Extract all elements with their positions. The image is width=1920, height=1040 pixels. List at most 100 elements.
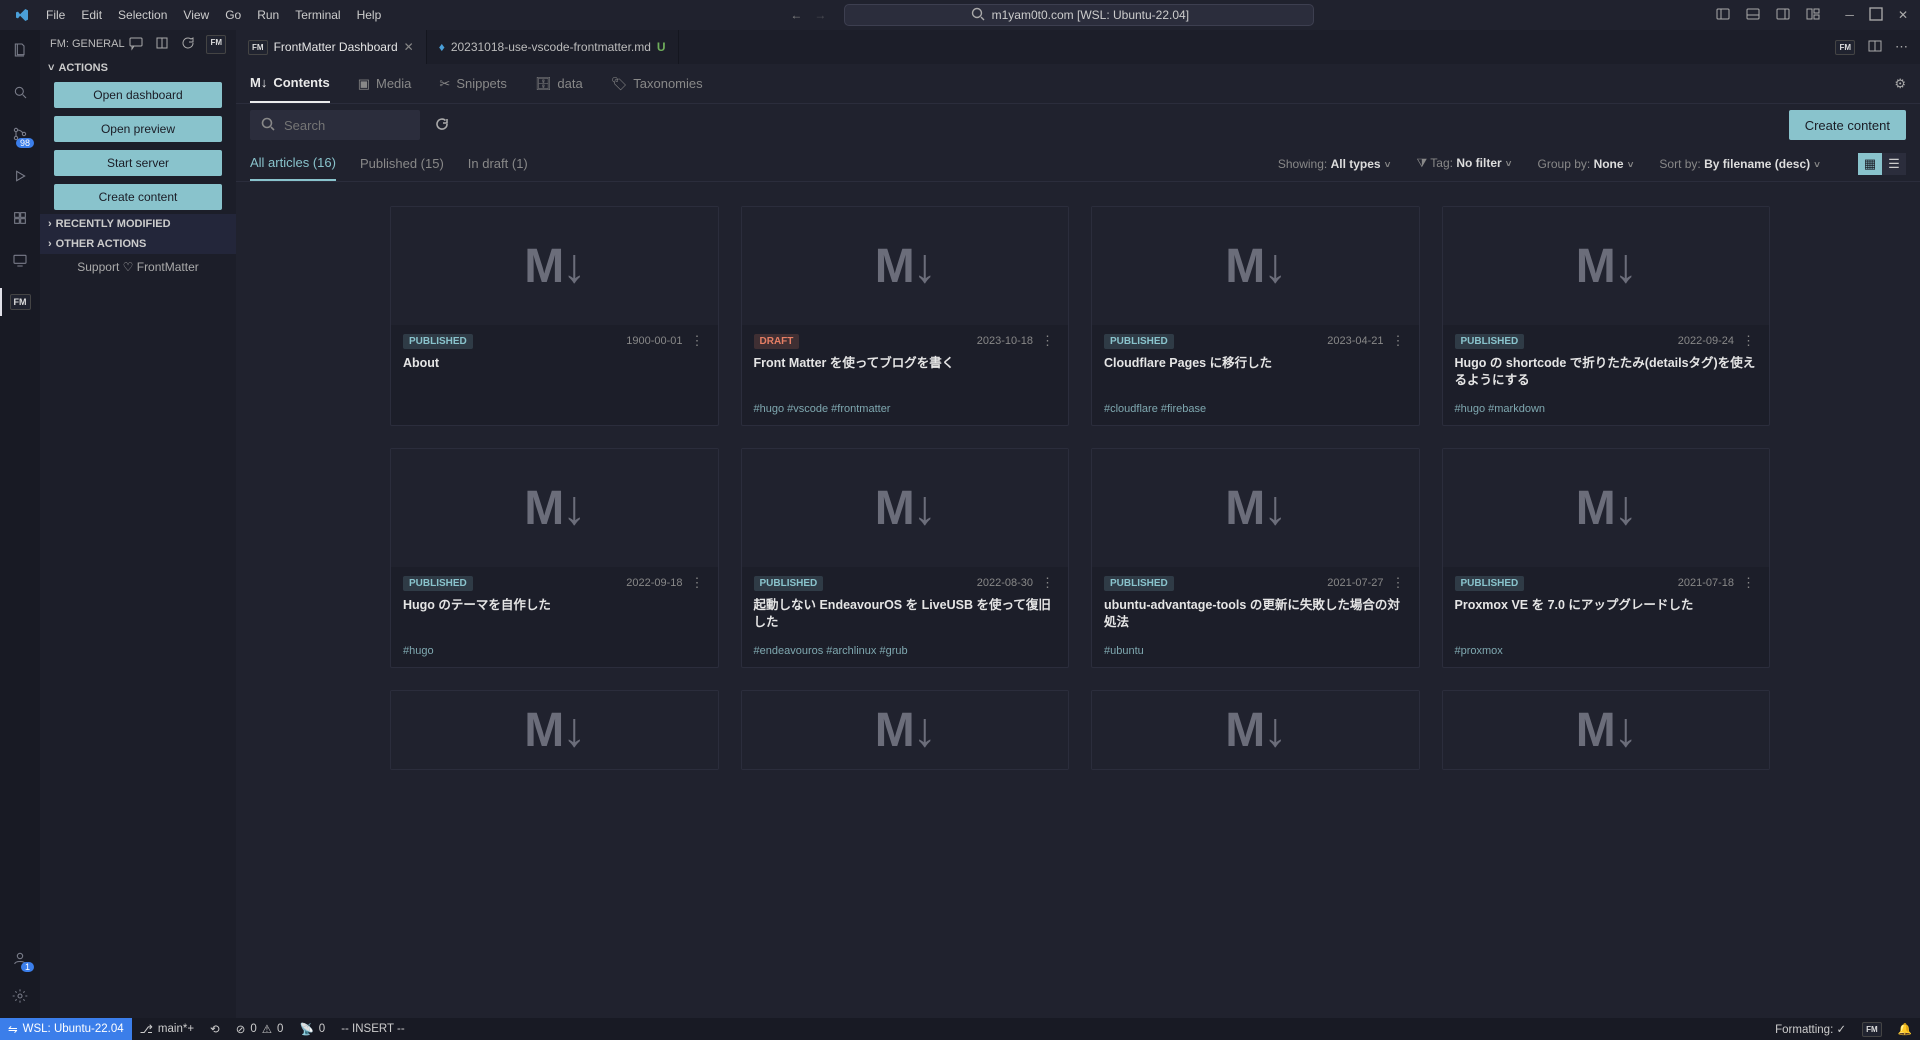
markdown-icon: M↓ [391,449,718,567]
remote-indicator[interactable]: ⇋WSL: Ubuntu-22.04 [0,1018,132,1040]
sync-indicator[interactable]: ⟲ [202,1018,228,1040]
content-card[interactable]: M↓ [1442,690,1771,770]
status-badge: PUBLISHED [1455,334,1525,349]
menu-go[interactable]: Go [217,4,249,26]
nav-back-icon[interactable]: ← [790,8,802,22]
content-card[interactable]: M↓PUBLISHED1900-00-01⋮About [390,206,719,426]
notifications-icon[interactable]: 🔔 [1890,1018,1920,1040]
scm-badge: 98 [16,138,34,148]
branch-icon: ⎇ [140,1022,153,1036]
dash-tab-contents[interactable]: M↓Contents [250,64,330,103]
showing-filter[interactable]: Showing: All types [1278,157,1391,171]
menu-selection[interactable]: Selection [110,4,175,26]
content-card[interactable]: M↓ [1091,690,1420,770]
content-card[interactable]: M↓PUBLISHED2021-07-27⋮ubuntu-advantage-t… [1091,448,1420,668]
menu-run[interactable]: Run [249,4,287,26]
open-dashboard-button[interactable]: Open dashboard [54,82,222,108]
card-more-icon[interactable]: ⋮ [1740,333,1757,349]
group-filter[interactable]: Group by: None [1538,157,1634,171]
tab-frontmatter-dashboard[interactable]: FM FrontMatter Dashboard ✕ [236,30,427,64]
section-other[interactable]: ›OTHER ACTIONS [40,234,236,254]
remote-explorer-icon[interactable] [8,248,32,272]
refresh-icon[interactable] [434,116,450,135]
content-card[interactable]: M↓PUBLISHED2022-08-30⋮起動しない EndeavourOS … [741,448,1070,668]
status-badge: PUBLISHED [403,334,473,349]
card-more-icon[interactable]: ⋮ [1390,333,1407,349]
filter-published[interactable]: Published (15) [360,146,444,181]
card-more-icon[interactable]: ⋮ [689,575,706,591]
window-minimize-icon[interactable]: ─ [1845,8,1854,22]
section-recent[interactable]: ›RECENTLY MODIFIED [40,214,236,234]
content-card[interactable]: M↓DRAFT2023-10-18⋮Front Matter を使ってブログを書… [741,206,1070,426]
open-preview-button[interactable]: Open preview [54,116,222,142]
menu-view[interactable]: View [175,4,217,26]
chat-icon[interactable] [128,35,144,54]
layout-panel-icon[interactable] [1745,6,1761,25]
dashboard-settings-icon[interactable]: ⚙ [1894,76,1906,92]
list-view-button[interactable]: ☰ [1882,153,1906,175]
layout-sidebar-right-icon[interactable] [1775,6,1791,25]
dash-tab-taxonomies[interactable]: 🏷Taxonomies [611,64,703,103]
filter-all[interactable]: All articles (16) [250,146,336,181]
window-maximize-icon[interactable] [1868,6,1884,25]
content-card[interactable]: M↓PUBLISHED2021-07-18⋮Proxmox VE を 7.0 に… [1442,448,1771,668]
start-server-button[interactable]: Start server [54,150,222,176]
tab-markdown-file[interactable]: ♦ 20231018-use-vscode-frontmatter.md U [427,30,679,64]
frontmatter-icon[interactable]: FM [8,290,32,314]
menu-file[interactable]: File [38,4,73,26]
command-center[interactable]: m1yam0t0.com [WSL: Ubuntu-22.04] [844,4,1314,26]
branch-indicator[interactable]: ⎇main*+ [132,1018,202,1040]
filter-bar: All articles (16) Published (15) In draf… [236,146,1920,182]
window-close-icon[interactable]: ✕ [1898,8,1908,22]
search-input[interactable] [284,118,410,133]
fm-icon[interactable]: FM [1835,40,1855,55]
card-more-icon[interactable]: ⋮ [1039,333,1056,349]
grid-view-button[interactable]: ▦ [1858,153,1882,175]
layout-sidebar-left-icon[interactable] [1715,6,1731,25]
menu-edit[interactable]: Edit [73,4,110,26]
account-icon[interactable]: 1 [8,946,32,970]
card-more-icon[interactable]: ⋮ [1390,575,1407,591]
sort-filter[interactable]: Sort by: By filename (desc) [1659,157,1820,171]
extensions-icon[interactable] [8,206,32,230]
create-content-button[interactable]: Create content [1789,110,1906,140]
tag-filter[interactable]: ⧩ Tag: No filter [1416,156,1511,171]
split-editor-icon[interactable] [1867,38,1883,57]
content-card[interactable]: M↓ [741,690,1070,770]
menu-help[interactable]: Help [349,4,390,26]
card-more-icon[interactable]: ⋮ [1039,575,1056,591]
card-more-icon[interactable]: ⋮ [1740,575,1757,591]
debug-icon[interactable] [8,164,32,188]
content-card[interactable]: M↓PUBLISHED2022-09-18⋮Hugo のテーマを自作した#hug… [390,448,719,668]
refresh-icon[interactable] [180,35,196,54]
card-tags: #hugo #markdown [1455,403,1758,415]
filter-draft[interactable]: In draft (1) [468,146,528,181]
layout-customize-icon[interactable] [1805,6,1821,25]
close-icon[interactable]: ✕ [404,40,414,54]
dash-tab-snippets[interactable]: ✂Snippets [439,64,507,103]
problems-indicator[interactable]: ⊘0 ⚠0 [228,1018,292,1040]
content-card[interactable]: M↓PUBLISHED2022-09-24⋮Hugo の shortcode で… [1442,206,1771,426]
book-icon[interactable] [154,35,170,54]
content-card[interactable]: M↓PUBLISHED2023-04-21⋮Cloudflare Pages に… [1091,206,1420,426]
markdown-icon: M↓ [1092,449,1419,567]
support-link[interactable]: FrontMatter [137,260,199,274]
heart-icon: ♡ [123,260,134,274]
fm-status-icon[interactable]: FM [1854,1018,1890,1040]
explorer-icon[interactable] [8,38,32,62]
more-icon[interactable]: ⋯ [1895,39,1908,55]
dash-tab-media[interactable]: ▣Media [358,64,412,103]
menu-terminal[interactable]: Terminal [287,4,348,26]
formatting-indicator[interactable]: Formatting: ✓ [1767,1018,1854,1040]
ports-indicator[interactable]: 📡0 [291,1018,333,1040]
nav-forward-icon[interactable]: → [814,8,826,22]
scm-icon[interactable]: 98 [8,122,32,146]
fm-icon[interactable]: FM [206,35,226,54]
section-actions[interactable]: ˅ACTIONS [40,58,236,78]
settings-gear-icon[interactable] [8,984,32,1008]
dash-tab-data[interactable]: 🗄data [535,64,583,103]
create-content-button[interactable]: Create content [54,184,222,210]
search-icon[interactable] [8,80,32,104]
content-card[interactable]: M↓ [390,690,719,770]
card-more-icon[interactable]: ⋮ [689,333,706,349]
